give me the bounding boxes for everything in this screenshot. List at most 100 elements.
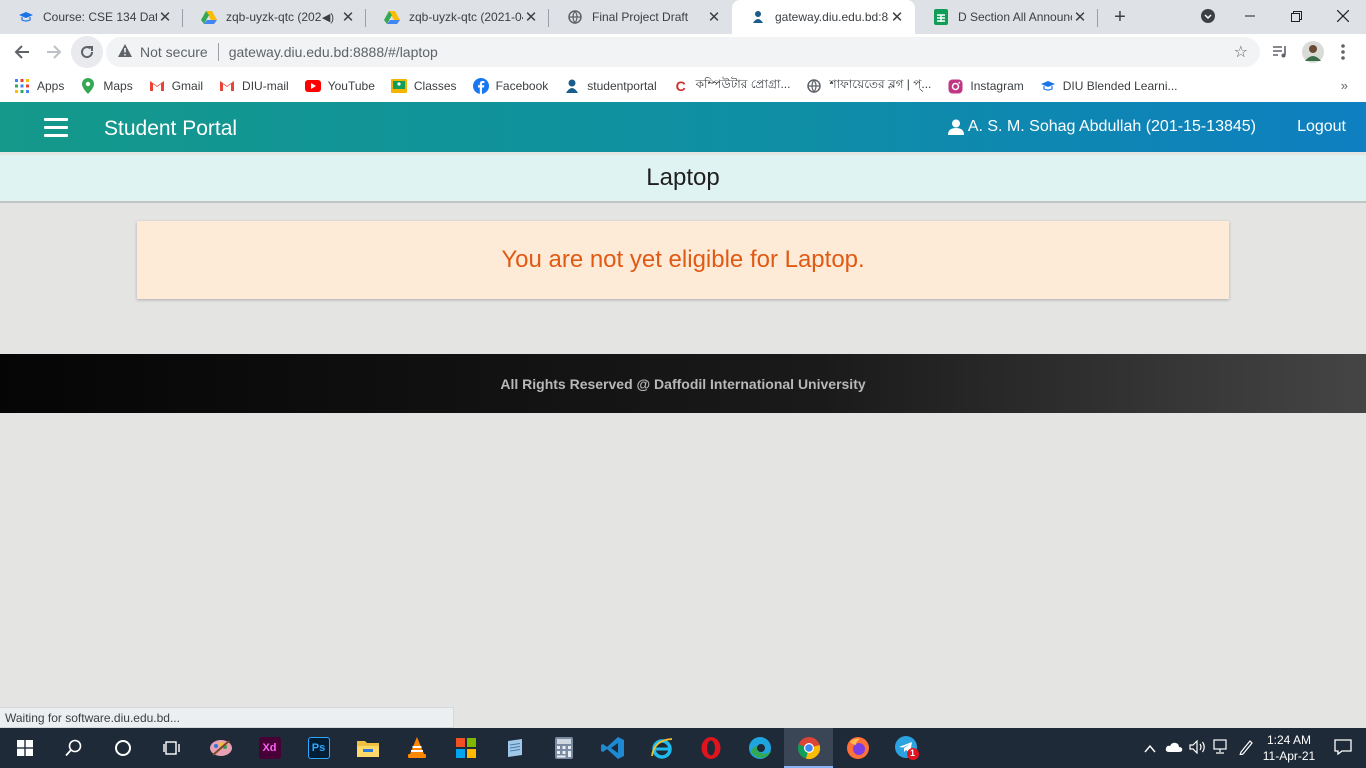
logout-button[interactable]: Logout xyxy=(1297,118,1346,136)
media-controls-icon[interactable] xyxy=(1267,34,1293,70)
url-text[interactable]: gateway.diu.edu.bd:8888/#/laptop xyxy=(229,44,1234,60)
hamburger-menu-icon[interactable] xyxy=(44,118,68,138)
user-icon xyxy=(947,119,964,135)
user-name: A. S. M. Sohag Abdullah (201-15-13845) xyxy=(967,118,1256,135)
more-options-icon[interactable] xyxy=(1332,34,1354,70)
browser-tab[interactable]: zqb-uyzk-qtc (2021-04 ◀) ✕ xyxy=(183,0,366,34)
security-label[interactable]: Not secure xyxy=(140,44,208,60)
tab-title: zqb-uyzk-qtc (2021-04 xyxy=(409,10,523,24)
user-info[interactable]: A. S. M. Sohag Abdullah (201-15-13845) xyxy=(947,118,1256,136)
bookmark-item[interactable]: শাফায়েতের ব্লগ | প্... xyxy=(806,76,931,96)
calculator-icon[interactable] xyxy=(539,728,588,768)
adobe-xd-icon[interactable]: Xd xyxy=(245,728,294,768)
taskbar-clock[interactable]: 1:24 AM 11-Apr-21 xyxy=(1258,732,1320,764)
browser-tab-active[interactable]: gateway.diu.edu.bd:8888 ✕ xyxy=(732,0,915,34)
cortana-icon[interactable] xyxy=(98,728,147,768)
clock-date: 11-Apr-21 xyxy=(1262,749,1316,763)
clock-time: 1:24 AM xyxy=(1266,733,1312,747)
reload-icon[interactable] xyxy=(71,36,103,68)
browser-tab[interactable]: zqb-uyzk-qtc (2021-04 ✕ xyxy=(366,0,549,34)
bookmark-item[interactable]: studentportal xyxy=(564,78,657,94)
minimize-icon[interactable] xyxy=(1227,0,1273,32)
speaker-icon[interactable] xyxy=(1186,739,1210,757)
bookmark-item[interactable]: Maps xyxy=(80,78,133,94)
chevron-up-icon[interactable] xyxy=(1138,741,1162,756)
browser-toolbar: Not secure gateway.diu.edu.bd:8888/#/lap… xyxy=(0,34,1366,70)
opera-icon[interactable] xyxy=(686,728,735,768)
restore-icon[interactable] xyxy=(1273,0,1319,32)
tab-title: zqb-uyzk-qtc (2021-04 xyxy=(226,10,322,24)
graduation-cap-icon xyxy=(1040,78,1056,94)
browser-tab[interactable]: D Section All Announcements ✕ xyxy=(915,0,1098,34)
warning-icon[interactable] xyxy=(118,44,132,60)
browser-tab[interactable]: Final Project Draft ✕ xyxy=(549,0,732,34)
chrome-icon[interactable] xyxy=(784,728,833,768)
edge-icon[interactable] xyxy=(735,728,784,768)
vscode-icon[interactable] xyxy=(588,728,637,768)
bookmark-item[interactable]: YouTube xyxy=(304,78,375,94)
back-arrow-icon[interactable] xyxy=(6,36,38,68)
bookmark-item[interactable]: Instagram xyxy=(947,78,1024,94)
page-footer: All Rights Reserved @ Daffodil Internati… xyxy=(0,354,1366,413)
pen-icon[interactable] xyxy=(1234,739,1258,758)
windows-start-icon[interactable] xyxy=(0,728,49,768)
bookmark-label: Facebook xyxy=(495,79,549,93)
bookmark-item[interactable]: Classes xyxy=(390,78,457,94)
search-icon[interactable] xyxy=(49,728,98,768)
browser-tab[interactable]: Course: CSE 134 Data Structure ✕ xyxy=(0,0,183,34)
bookmark-item[interactable]: DIU Blended Learni... xyxy=(1040,78,1178,94)
network-icon[interactable] xyxy=(1210,738,1234,758)
bookmark-label: DIU-mail xyxy=(242,79,289,93)
new-tab-button[interactable]: + xyxy=(1098,0,1142,34)
footer-text: All Rights Reserved @ Daffodil Internati… xyxy=(500,375,866,392)
paint-icon[interactable] xyxy=(196,728,245,768)
bookmark-label: DIU Blended Learni... xyxy=(1062,79,1178,93)
instagram-icon xyxy=(947,78,963,94)
google-drive-icon xyxy=(384,9,400,25)
system-tray: 1:24 AM 11-Apr-21 xyxy=(1138,728,1366,768)
close-icon[interactable]: ✕ xyxy=(889,8,905,26)
google-drive-icon xyxy=(201,9,217,25)
onedrive-icon[interactable] xyxy=(1162,741,1186,756)
task-view-icon[interactable] xyxy=(147,728,196,768)
close-icon[interactable]: ✕ xyxy=(157,8,173,26)
sheets-icon xyxy=(933,9,949,25)
speaker-icon[interactable]: ◀) xyxy=(322,11,334,24)
firefox-icon[interactable] xyxy=(833,728,882,768)
forward-arrow-icon[interactable] xyxy=(38,36,70,68)
bookmark-item[interactable]: Apps xyxy=(14,78,64,94)
file-explorer-icon[interactable] xyxy=(343,728,392,768)
close-icon[interactable]: ✕ xyxy=(1072,8,1088,26)
notepad-icon[interactable] xyxy=(490,728,539,768)
bookmark-star-icon[interactable]: ☆ xyxy=(1234,42,1248,62)
loading-status: Waiting for software.diu.edu.bd... xyxy=(0,707,454,728)
tab-title: gateway.diu.edu.bd:8888 xyxy=(775,10,889,24)
tab-search-icon[interactable] xyxy=(1194,0,1222,32)
microsoft-store-icon[interactable] xyxy=(441,728,490,768)
vlc-icon[interactable] xyxy=(392,728,441,768)
close-window-icon[interactable] xyxy=(1319,0,1366,32)
close-icon[interactable]: ✕ xyxy=(340,8,356,26)
bookmark-label: Maps xyxy=(103,79,133,93)
tab-title: D Section All Announcements xyxy=(958,10,1072,24)
internet-explorer-icon[interactable] xyxy=(637,728,686,768)
bookmarks-bar: Apps Maps Gmail DIU-mail YouTube Classes… xyxy=(0,70,1366,102)
telegram-icon[interactable]: 1 xyxy=(882,728,931,768)
student-portal-icon xyxy=(564,78,580,94)
bookmark-item[interactable]: C কম্পিউটার প্রোগ্রা... xyxy=(673,76,791,96)
profile-avatar[interactable] xyxy=(1299,34,1327,70)
c-letter-icon: C xyxy=(675,78,686,94)
photoshop-icon[interactable]: Ps xyxy=(294,728,343,768)
bookmark-item[interactable]: DIU-mail xyxy=(219,78,289,94)
alert-message: You are not yet eligible for Laptop. xyxy=(501,246,865,273)
classroom-icon xyxy=(390,78,407,94)
more-bookmarks-icon[interactable]: » xyxy=(1341,78,1348,93)
bookmark-item[interactable]: Gmail xyxy=(149,78,203,94)
bookmark-item[interactable]: Facebook xyxy=(472,78,549,94)
close-icon[interactable]: ✕ xyxy=(706,8,722,26)
address-bar[interactable]: Not secure gateway.diu.edu.bd:8888/#/lap… xyxy=(106,37,1260,67)
brand-title[interactable]: Student Portal xyxy=(104,117,237,141)
close-icon[interactable]: ✕ xyxy=(523,8,539,26)
apps-grid-icon xyxy=(14,78,30,94)
notifications-icon[interactable] xyxy=(1320,738,1366,758)
